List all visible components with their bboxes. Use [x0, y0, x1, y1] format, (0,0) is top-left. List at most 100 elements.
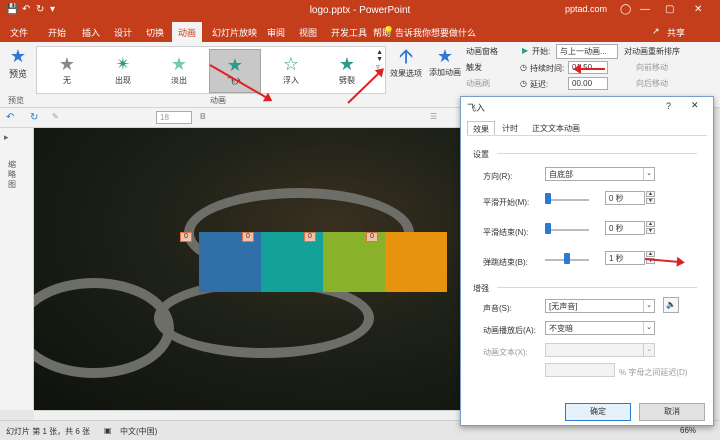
- tab-transitions[interactable]: 切换: [146, 26, 164, 39]
- dialog-title: 飞入: [467, 103, 486, 113]
- bold-icon[interactable]: B: [200, 112, 206, 121]
- smooth-end-slider[interactable]: [545, 229, 589, 231]
- sound-dropdown[interactable]: [无声音] ⌄: [545, 299, 655, 313]
- tab-effect[interactable]: 效果: [467, 121, 495, 135]
- animation-painter-button[interactable]: 动画刷: [466, 78, 490, 89]
- anim-label: 出现: [115, 76, 131, 85]
- slide-canvas[interactable]: 0 0 0 0: [34, 128, 460, 410]
- add-animation-button[interactable]: ★ 添加动画: [428, 46, 462, 78]
- minimize-icon[interactable]: —: [640, 4, 650, 15]
- animation-pane-button[interactable]: 动画窗格: [466, 46, 498, 57]
- move-earlier-button[interactable]: 向前移动: [636, 62, 668, 73]
- sound-value: [无声音]: [549, 302, 578, 311]
- tab-timing[interactable]: 计时: [497, 121, 523, 135]
- anim-none[interactable]: ★ 无: [41, 49, 93, 93]
- undo-icon[interactable]: ↶: [6, 112, 14, 123]
- letter-delay-label: % 字母之间延迟(D): [619, 368, 688, 377]
- smooth-end-knob[interactable]: [545, 223, 551, 234]
- spin-down-icon[interactable]: ▼: [646, 228, 655, 234]
- anim-float-in[interactable]: ☆ 浮入: [265, 49, 317, 93]
- tab-text-animation[interactable]: 正文文本动画: [527, 121, 585, 135]
- user-icon[interactable]: ◯: [620, 4, 631, 15]
- spellcheck-icon[interactable]: ▣: [104, 426, 112, 435]
- restore-icon[interactable]: ▢: [665, 4, 674, 15]
- start-dropdown[interactable]: 与上一动画...: [556, 44, 618, 59]
- font-size-field[interactable]: 18: [156, 111, 192, 124]
- move-later-button[interactable]: 向后移动: [636, 78, 668, 89]
- animate-text-dropdown[interactable]: ⌄: [545, 343, 655, 357]
- tab-design[interactable]: 设计: [114, 26, 132, 39]
- share-icon[interactable]: ↗: [652, 26, 660, 37]
- trigger-button[interactable]: 触发: [466, 62, 482, 73]
- anim-fly-in[interactable]: ★ 飞入: [209, 49, 261, 93]
- pane-arrow-icon[interactable]: ▸: [4, 132, 9, 143]
- title-bar: 💾 ↶ ↻ ▾ logo.pptx - PowerPoint pptad.com…: [0, 0, 720, 22]
- animation-tag[interactable]: 0: [366, 232, 378, 242]
- bounce-end-field[interactable]: 1 秒: [605, 251, 645, 265]
- anim-label: 无: [63, 76, 71, 85]
- anim-fade[interactable]: ★ 淡出: [153, 49, 205, 93]
- close-icon[interactable]: ✕: [691, 100, 699, 111]
- close-icon[interactable]: ✕: [694, 4, 702, 15]
- chevron-down-icon: ⌄: [643, 168, 654, 180]
- animation-tag[interactable]: 0: [242, 232, 254, 242]
- chevron-down-icon: ⌄: [643, 344, 654, 356]
- effect-options-label: 效果选项: [390, 69, 422, 78]
- direction-value: 自底部: [549, 170, 573, 179]
- tab-animations[interactable]: 动画: [172, 22, 203, 42]
- tab-review[interactable]: 审阅: [267, 26, 285, 39]
- bounce-end-label: 弹跳结束(B):: [483, 258, 528, 267]
- delay-field[interactable]: 00.00: [568, 77, 608, 90]
- spin-up-icon[interactable]: ▲: [646, 221, 655, 227]
- direction-dropdown[interactable]: 自底部 ⌄: [545, 167, 655, 181]
- tab-insert[interactable]: 插入: [82, 26, 100, 39]
- tab-slideshow[interactable]: 幻灯片放映: [212, 26, 257, 39]
- thumbnails-label[interactable]: 缩略图: [8, 160, 18, 190]
- ok-button[interactable]: 确定: [565, 403, 631, 421]
- letter-delay-field[interactable]: [545, 363, 615, 377]
- anim-appear[interactable]: ✴ 出现: [97, 49, 149, 93]
- road: [34, 278, 174, 378]
- anim-label: 劈裂: [339, 76, 355, 85]
- tab-developer[interactable]: 开发工具: [331, 26, 367, 39]
- sound-label: 声音(S):: [483, 304, 512, 313]
- effect-options-button[interactable]: 🡩 效果选项: [386, 46, 426, 79]
- spin-up-icon[interactable]: ▲: [646, 251, 655, 257]
- animation-tag[interactable]: 0: [304, 232, 316, 242]
- preview-button[interactable]: ★ 预览: [5, 46, 31, 80]
- bullets-icon[interactable]: ☰: [430, 112, 437, 121]
- tab-home[interactable]: 开始: [48, 26, 66, 39]
- smooth-end-label: 平滑结束(N):: [483, 228, 529, 237]
- after-animation-label: 动画播放后(A):: [483, 326, 536, 335]
- start-label: 开始:: [532, 47, 551, 56]
- preview-label: 预览: [8, 69, 27, 79]
- help-icon[interactable]: ?: [666, 101, 671, 111]
- repeat-icon[interactable]: ↻: [30, 112, 38, 123]
- animation-tag[interactable]: 0: [180, 232, 192, 242]
- play-icon: ▶: [522, 46, 529, 55]
- tell-me-input[interactable]: 告诉我你想要做什么: [395, 26, 476, 39]
- speaker-icon[interactable]: 🔈: [663, 297, 679, 313]
- smooth-start-label: 平滑开始(M):: [483, 198, 530, 207]
- spin-down-icon[interactable]: ▼: [646, 198, 655, 204]
- logo-box[interactable]: [385, 232, 447, 292]
- star-add-icon: ★: [436, 46, 454, 66]
- smooth-start-slider[interactable]: [545, 199, 589, 201]
- language-label[interactable]: 中文(中国): [120, 426, 157, 437]
- smooth-start-field[interactable]: 0 秒: [605, 191, 645, 205]
- share-button[interactable]: 共享: [667, 26, 685, 39]
- bounce-end-knob[interactable]: [564, 253, 570, 264]
- after-animation-dropdown[interactable]: 不变暗 ⌄: [545, 321, 655, 335]
- cancel-button[interactable]: 取消: [639, 403, 705, 421]
- spin-up-icon[interactable]: ▲: [646, 191, 655, 197]
- smooth-start-knob[interactable]: [545, 193, 551, 204]
- format-painter-icon[interactable]: ✎: [52, 112, 59, 121]
- smooth-end-field[interactable]: 0 秒: [605, 221, 645, 235]
- annotation-arrow: [575, 68, 605, 70]
- clock-icon: ◷: [520, 63, 527, 72]
- horizontal-scrollbar[interactable]: [34, 410, 460, 420]
- tab-file[interactable]: 文件: [10, 26, 28, 39]
- tab-view[interactable]: 视图: [299, 26, 317, 39]
- zoom-label[interactable]: 66%: [680, 426, 696, 435]
- star-icon: ★: [58, 54, 76, 74]
